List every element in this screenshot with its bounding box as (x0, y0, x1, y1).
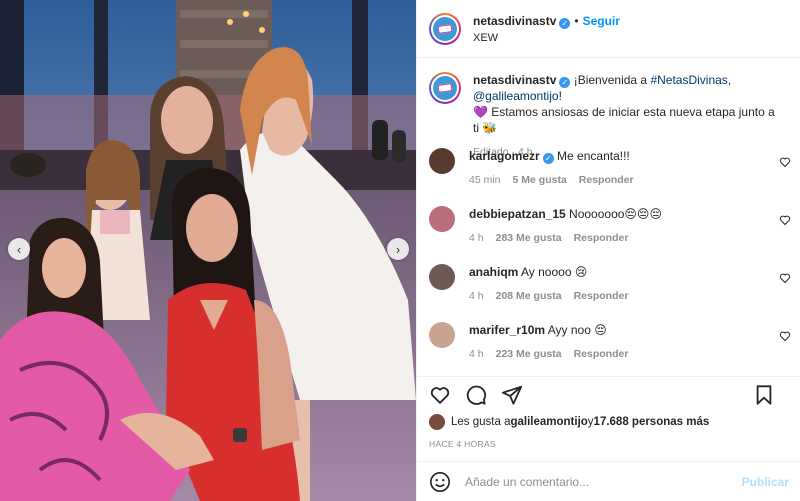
heart-icon[interactable] (779, 156, 791, 168)
verified-icon: ✓ (559, 77, 571, 88)
heart-icon[interactable] (779, 330, 791, 342)
comment-input[interactable] (465, 474, 735, 489)
comment-likes[interactable]: 5 Me gusta (513, 174, 567, 186)
comment-likes[interactable]: 208 Me gusta (496, 290, 562, 302)
comment-icon[interactable] (465, 384, 487, 406)
comment-text: Ay noooo 😢 (518, 265, 588, 279)
avatar[interactable] (429, 322, 455, 348)
comments-list[interactable]: netasdivinastv ✓ ¡Bienvenida a #NetasDivi… (417, 58, 800, 380)
comment-time[interactable]: 4 h (469, 232, 484, 244)
comment-username[interactable]: anahiqm (469, 265, 518, 279)
reply-button[interactable]: Responder (574, 348, 629, 360)
heart-icon[interactable] (429, 384, 451, 406)
caption-text: , (727, 73, 732, 87)
netas-divinas-logo (437, 83, 453, 93)
comment-item: anahiqm Ay noooo 😢 4 h 208 Me gusta Respon… (417, 264, 800, 322)
publish-button[interactable]: Publicar (742, 475, 789, 489)
hashtag-link[interactable]: #NetasDivinas (650, 73, 727, 87)
comment-likes[interactable]: 223 Me gusta (496, 348, 562, 360)
likes-count-link[interactable]: 17.688 personas más (594, 416, 710, 428)
comment-likes[interactable]: 283 Me gusta (496, 232, 562, 244)
follow-button[interactable]: Seguir (583, 14, 620, 28)
comment-username[interactable]: karlagomezr (469, 149, 540, 163)
comment-time[interactable]: 4 h (469, 290, 484, 302)
caption-text: ¡Bienvenida a (570, 73, 651, 87)
avatar[interactable] (429, 12, 461, 45)
post-timestamp[interactable]: HACE 4 HORAS (429, 439, 496, 449)
location-link[interactable]: XEW (473, 32, 620, 44)
netas-divinas-logo (437, 23, 453, 34)
post-side-panel: netasdivinastv ✓ • Seguir XEW netasdivinast… (416, 0, 800, 501)
caption-line-2: 💜 Estamos ansiosas de iniciar esta nueva… (473, 105, 775, 135)
reply-button[interactable]: Responder (574, 232, 629, 244)
bookmark-icon[interactable] (753, 384, 775, 406)
comment-text: Nooooooo😔😔😔 (565, 207, 662, 221)
post-header: netasdivinastv ✓ • Seguir XEW (417, 0, 800, 58)
separator-dot: • (574, 13, 579, 28)
comment-item: marifer_r10m Ayy noo 😔 4 h 223 Me gusta Re… (417, 322, 800, 380)
chevron-left-icon: ‹ (16, 241, 22, 257)
mention-link[interactable]: @galileamontijo (473, 89, 559, 103)
comment-time[interactable]: 45 min (469, 174, 501, 186)
verified-icon: ✓ (542, 153, 554, 164)
carousel-next-button[interactable]: › (387, 238, 409, 260)
group-photo-illustration (0, 0, 416, 501)
instagram-post: ‹ › netasdivinastv ✓ • Seguir XEW netasd… (0, 0, 800, 501)
avatar[interactable] (429, 414, 445, 430)
verified-icon: ✓ (559, 17, 571, 29)
post-photo[interactable]: ‹ › (0, 0, 416, 501)
reply-button[interactable]: Responder (574, 290, 629, 302)
carousel-prev-button[interactable]: ‹ (8, 238, 30, 260)
author-username[interactable]: netasdivinastv (473, 14, 556, 28)
avatar[interactable] (429, 72, 461, 104)
comment-item: debbiepatzan_15 Nooooooo😔😔😔 4 h 283 Me gu… (417, 206, 800, 264)
comment-item: karlagomezr ✓ Me encanta!!! 45 min 5 Me gu… (417, 148, 800, 206)
post-caption: netasdivinastv ✓ ¡Bienvenida a #NetasDivi… (417, 58, 800, 158)
share-icon[interactable] (501, 384, 523, 406)
comment-username[interactable]: debbiepatzan_15 (469, 207, 566, 221)
chevron-right-icon: › (395, 241, 401, 257)
likes-summary: Les gusta a galileamontijo y 17.688 pers… (429, 414, 709, 430)
heart-icon[interactable] (779, 272, 791, 284)
emoji-icon[interactable] (429, 471, 451, 493)
avatar[interactable] (429, 206, 455, 232)
caption-username[interactable]: netasdivinastv (473, 73, 556, 87)
caption-text: ! (558, 89, 562, 103)
reply-button[interactable]: Responder (579, 174, 634, 186)
comment-username[interactable]: marifer_r10m (469, 323, 545, 337)
comment-text: Me encanta!!! (553, 149, 630, 163)
post-actions-bar (417, 376, 800, 412)
likes-prefix: Les gusta a (451, 416, 511, 428)
comment-text: Ayy noo 😔 (545, 323, 607, 337)
comment-time[interactable]: 4 h (469, 348, 484, 360)
avatar[interactable] (429, 264, 455, 290)
avatar[interactable] (429, 148, 455, 174)
heart-icon[interactable] (779, 214, 791, 226)
liker-username[interactable]: galileamontijo (510, 416, 587, 428)
add-comment-bar: Publicar (417, 461, 800, 501)
